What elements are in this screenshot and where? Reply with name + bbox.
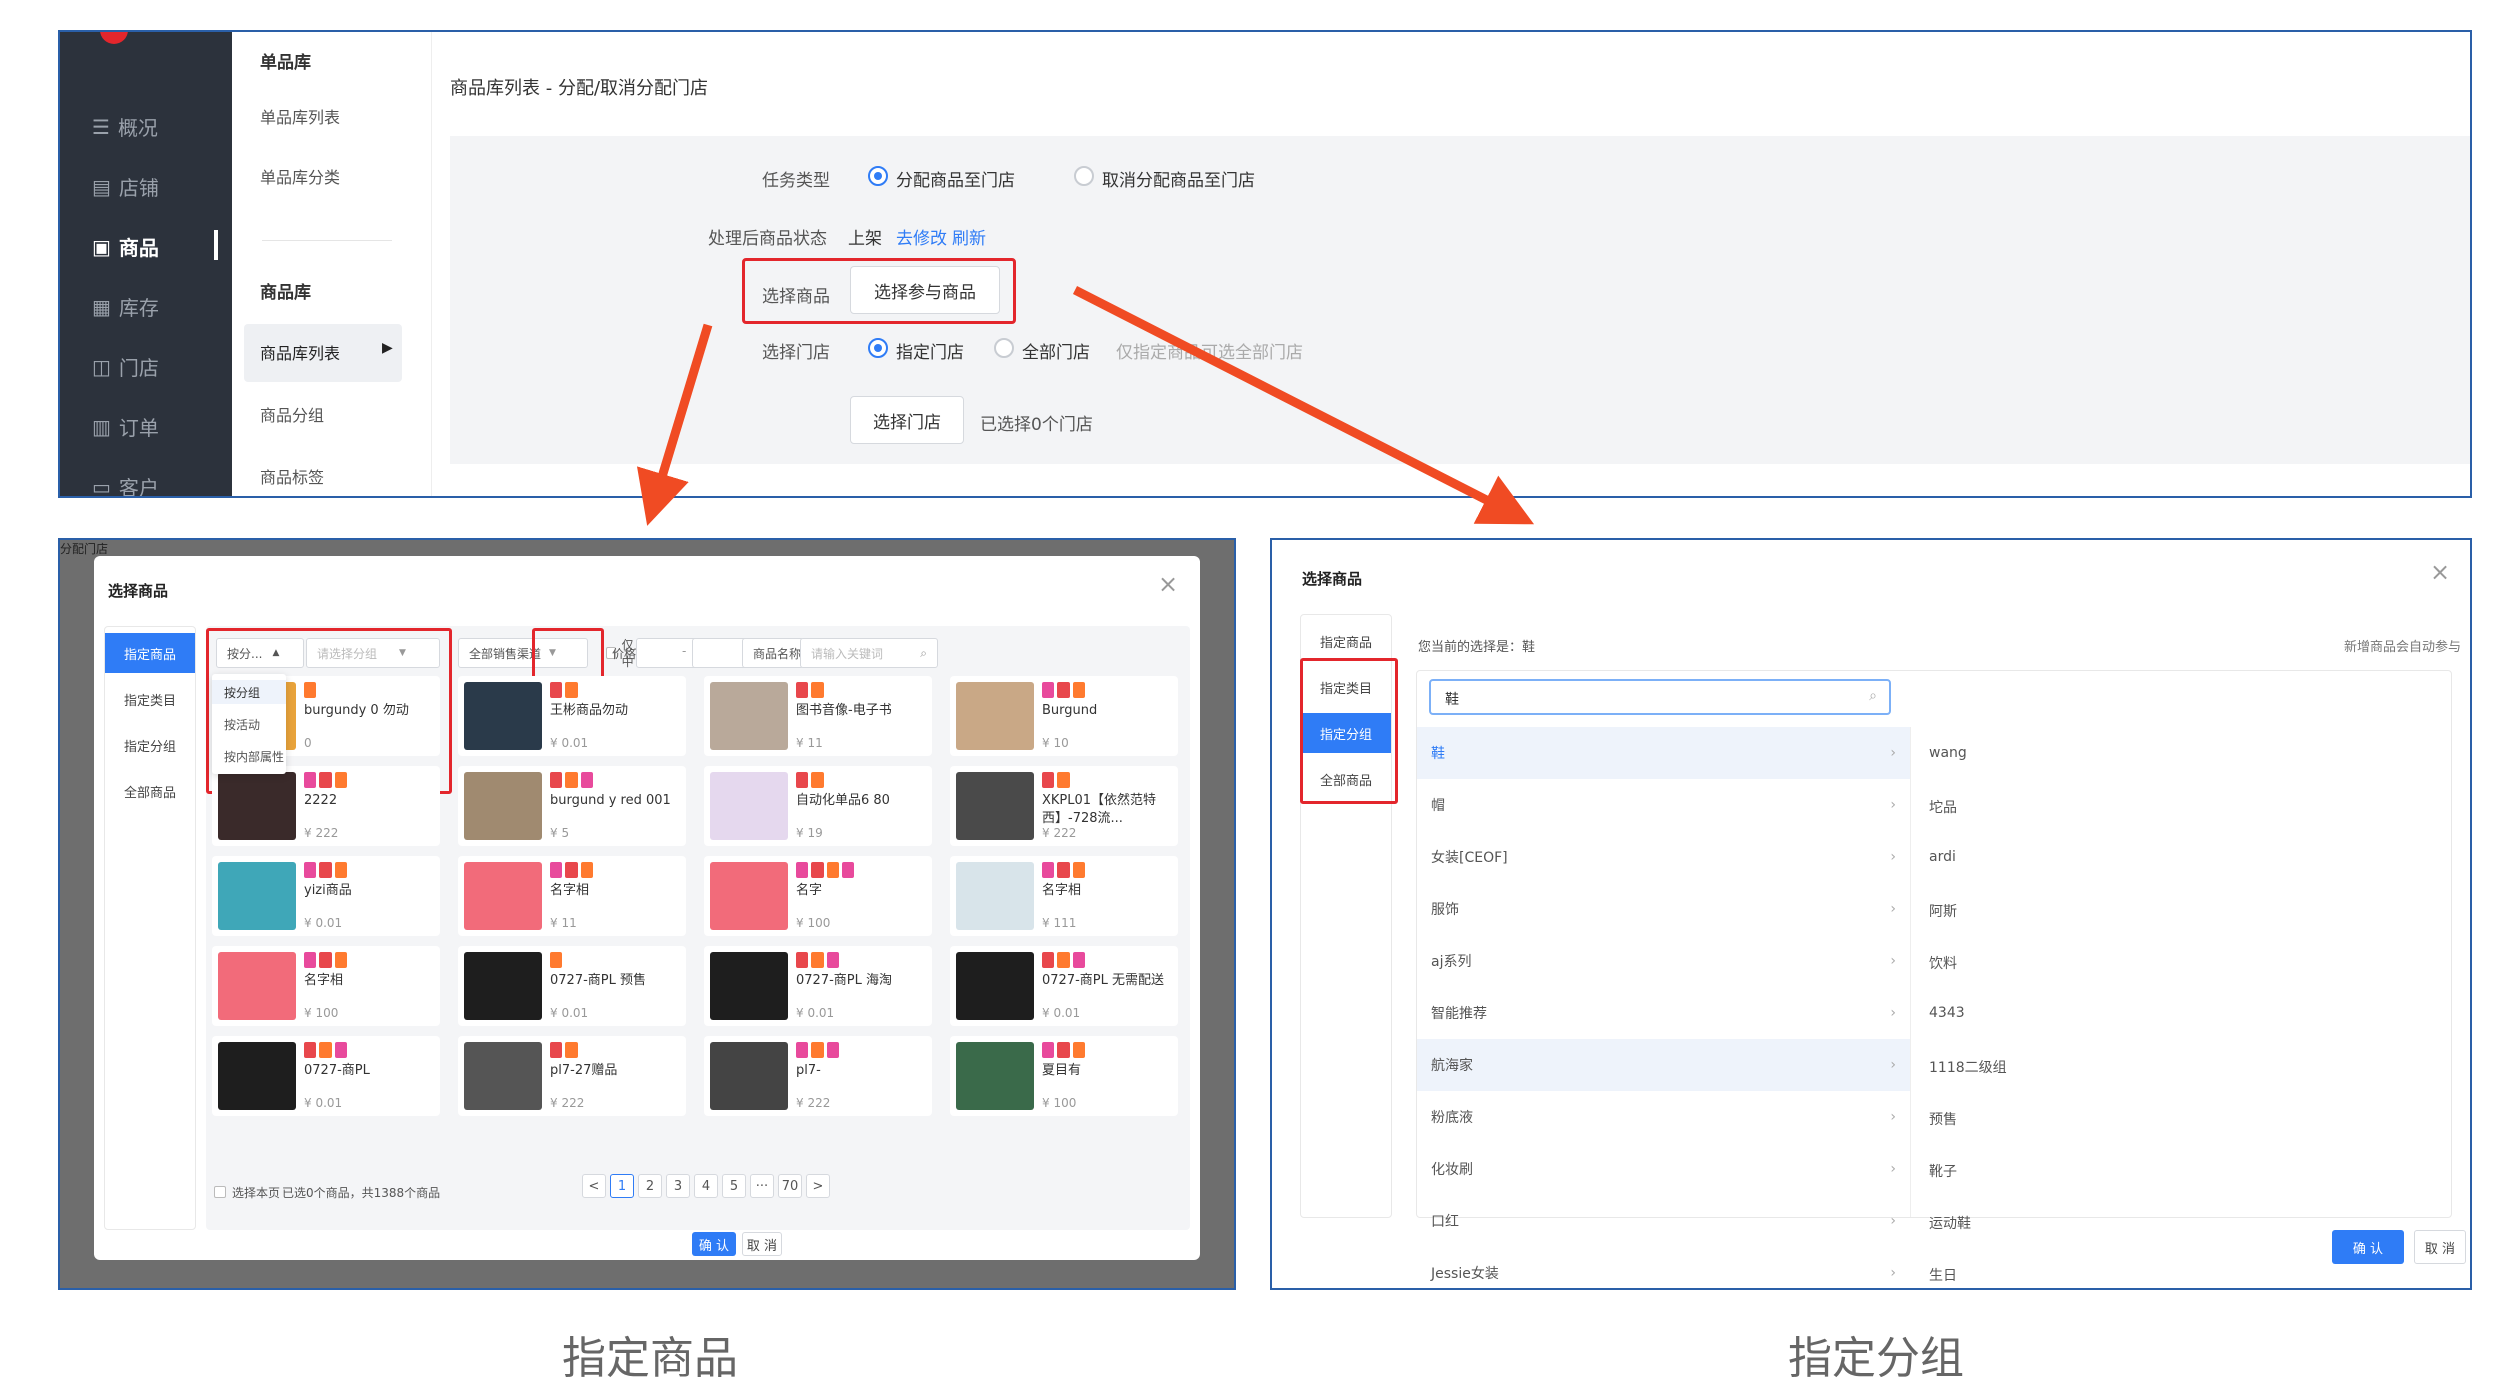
annotation-arrows	[636, 285, 1535, 526]
caption-specified-group: 指定分组	[1788, 1333, 1964, 1384]
arrow-to-group	[1072, 285, 1535, 525]
caption-specified-goods: 指定商品	[562, 1333, 738, 1384]
arrow-to-goods	[636, 323, 713, 526]
